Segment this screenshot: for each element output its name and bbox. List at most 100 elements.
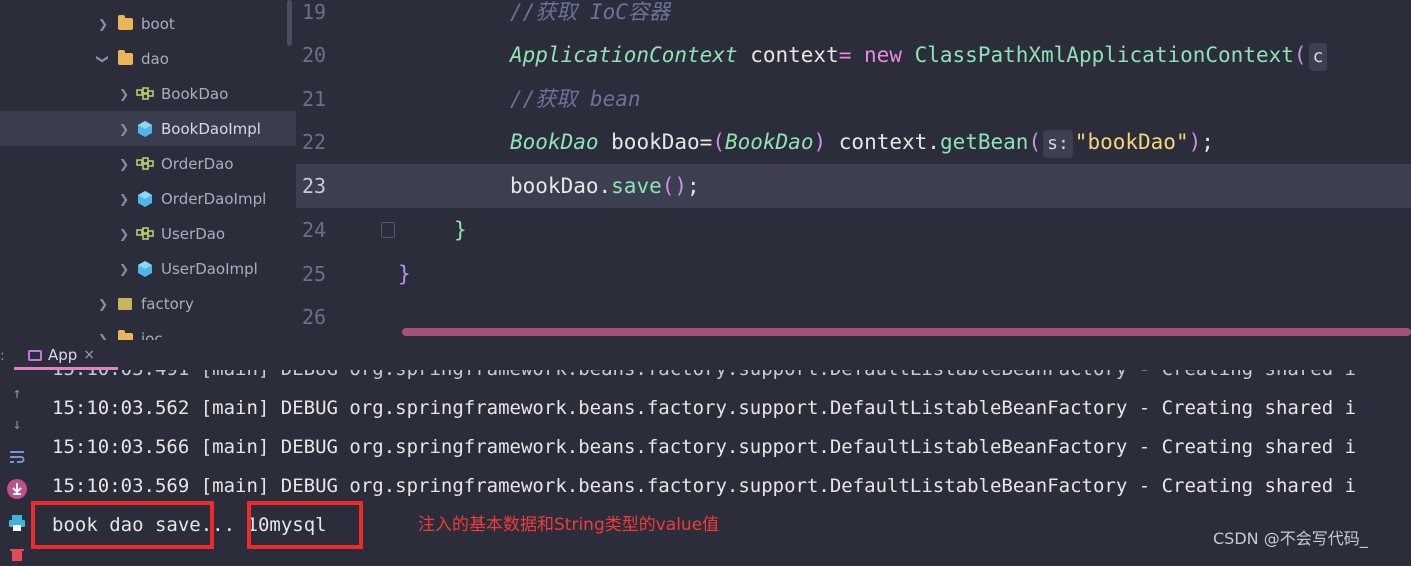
tab-app[interactable]: App × — [14, 340, 95, 370]
code-paren: ( — [1293, 43, 1307, 67]
interface-icon — [136, 86, 154, 102]
code-line[interactable]: 21 //获取 bean — [296, 77, 1411, 121]
class-icon — [136, 120, 154, 137]
line-number: 21 — [302, 87, 327, 111]
code-paren: ( — [1028, 130, 1042, 154]
app-window-icon — [28, 349, 42, 361]
tree-item-orderdaoimpl[interactable]: ❯ OrderDaoImpl — [0, 181, 296, 216]
code-line[interactable]: 25 } — [296, 252, 1411, 296]
chevron-right-icon[interactable]: ❯ — [118, 87, 130, 101]
chevron-right-icon[interactable]: ❯ — [118, 262, 130, 276]
class-icon — [136, 190, 154, 207]
chevron-right-icon[interactable]: ❯ — [118, 192, 130, 206]
code-operator: = — [838, 43, 865, 67]
code-paren: ) — [1188, 130, 1202, 154]
tree-item-label: BookDaoImpl — [161, 119, 261, 138]
tree-item-label: BookDao — [161, 84, 229, 103]
log-line: 15:10:03.562 [main] DEBUG org.springfram… — [52, 397, 1357, 419]
panel-options-handle[interactable]: : — [0, 348, 5, 364]
tree-item-dao[interactable]: ❯ dao — [0, 41, 296, 76]
code-brace: } — [454, 218, 467, 242]
tab-label: App — [48, 346, 78, 364]
tree-item-bookdao[interactable]: ❯ BookDao — [0, 76, 296, 111]
highlight-box-value — [247, 501, 363, 549]
log-line: 15:10:03.491 [main] DEBUG org.springfram… — [52, 370, 1356, 381]
tree-item-label: UserDao — [161, 224, 226, 243]
folder-icon — [116, 329, 134, 340]
arrow-up-icon[interactable]: ↑ — [6, 382, 28, 404]
tree-item-label: ioc — [141, 329, 163, 341]
line-number: 20 — [302, 43, 327, 67]
tree-item-bookdaoimpl[interactable]: ❯ BookDaoImpl — [0, 111, 296, 146]
code-line[interactable]: 19 //获取 IoC容器 — [296, 0, 1411, 34]
watermark: CSDN @不会写代码_ — [1213, 529, 1368, 548]
scroll-to-end-icon[interactable] — [6, 478, 28, 500]
soft-wrap-icon[interactable] — [6, 446, 28, 468]
close-icon[interactable]: × — [83, 347, 95, 363]
log-line: 15:10:03.566 [main] DEBUG org.springfram… — [52, 436, 1357, 458]
tree-item-label: dao — [141, 49, 169, 68]
code-paren: () — [661, 174, 688, 198]
interface-icon — [136, 226, 154, 242]
line-number: 19 — [302, 0, 327, 24]
annotation-text: 注入的基本数据和String类型的value值 — [418, 515, 720, 535]
line-number: 26 — [302, 305, 327, 329]
code-identifier: bookDao= — [598, 130, 713, 154]
tree-item-label: OrderDaoImpl — [161, 189, 267, 208]
code-identifier: context. — [826, 130, 940, 154]
chevron-right-icon[interactable]: ❯ — [118, 157, 130, 171]
parameter-hint: s: — [1043, 130, 1073, 158]
chevron-right-icon[interactable]: ❯ — [118, 122, 130, 136]
line-number: 22 — [302, 130, 327, 154]
tree-item-userdaoimpl[interactable]: ❯ UserDaoImpl — [0, 251, 296, 286]
trash-icon[interactable] — [6, 544, 28, 566]
code-method: getBean — [939, 130, 1029, 154]
tree-item-label: factory — [141, 294, 194, 313]
tree-item-label: UserDaoImpl — [161, 259, 258, 278]
arrow-down-icon[interactable]: ↓ — [6, 413, 28, 435]
folder-icon — [116, 49, 134, 67]
tree-item-boot[interactable]: ❯ boot — [0, 6, 296, 41]
folder-icon — [116, 14, 134, 32]
line-number: 24 — [302, 218, 327, 242]
code-semicolon: ; — [687, 174, 700, 198]
code-editor[interactable]: 19 //获取 IoC容器 20 ApplicationContext cont… — [296, 0, 1411, 340]
tree-item-ioc[interactable]: ❯ ioc — [0, 321, 296, 340]
code-class: ClassPathXmlApplicationContext — [914, 43, 1294, 67]
tree-item-label: OrderDao — [161, 154, 234, 173]
code-keyword: new — [864, 43, 915, 67]
tree-item-label: boot — [141, 14, 175, 33]
tree-item-factory[interactable]: ❯ factory — [0, 286, 296, 321]
code-type: BookDao — [724, 130, 814, 154]
code-line[interactable]: 22 BookDao bookDao=(BookDao) context.get… — [296, 120, 1411, 164]
chevron-right-icon[interactable]: ❯ — [118, 227, 130, 241]
chevron-right-icon[interactable]: ❯ — [97, 297, 109, 311]
project-tree: ❯ boot ❯ dao ❯ BookDao ❯ BookDaoImpl ❯ O… — [0, 0, 296, 340]
code-paren: ) — [813, 130, 827, 154]
run-panel-header: App × — [0, 340, 1411, 370]
package-icon — [116, 296, 134, 312]
chevron-right-icon[interactable]: ❯ — [97, 332, 109, 341]
code-comment: //获取 bean — [510, 87, 641, 111]
parameter-hint: c — [1308, 43, 1328, 71]
class-icon — [136, 260, 154, 277]
print-icon[interactable] — [6, 512, 28, 534]
code-line[interactable]: 20 ApplicationContext context= new Class… — [296, 33, 1411, 77]
fold-marker-icon[interactable] — [381, 222, 395, 238]
code-method: save — [611, 174, 662, 198]
interface-icon — [136, 156, 154, 172]
chevron-right-icon[interactable]: ❯ — [97, 17, 109, 31]
tree-scrollbar[interactable] — [287, 0, 292, 46]
code-brace: } — [398, 262, 411, 286]
line-number: 25 — [302, 262, 327, 286]
chevron-down-icon[interactable]: ❯ — [96, 53, 110, 65]
tree-item-userdao[interactable]: ❯ UserDao — [0, 216, 296, 251]
tree-item-orderdao[interactable]: ❯ OrderDao — [0, 146, 296, 181]
editor-horizontal-scrollbar[interactable] — [402, 328, 1411, 336]
code-identifier: context — [737, 43, 839, 67]
code-line[interactable]: 24 } — [296, 208, 1411, 252]
code-line-current[interactable]: 23 bookDao.save(); — [296, 164, 1411, 208]
log-line: 15:10:03.569 [main] DEBUG org.springfram… — [52, 475, 1357, 497]
highlight-box-output — [31, 501, 214, 549]
code-type: ApplicationContext — [510, 43, 738, 67]
